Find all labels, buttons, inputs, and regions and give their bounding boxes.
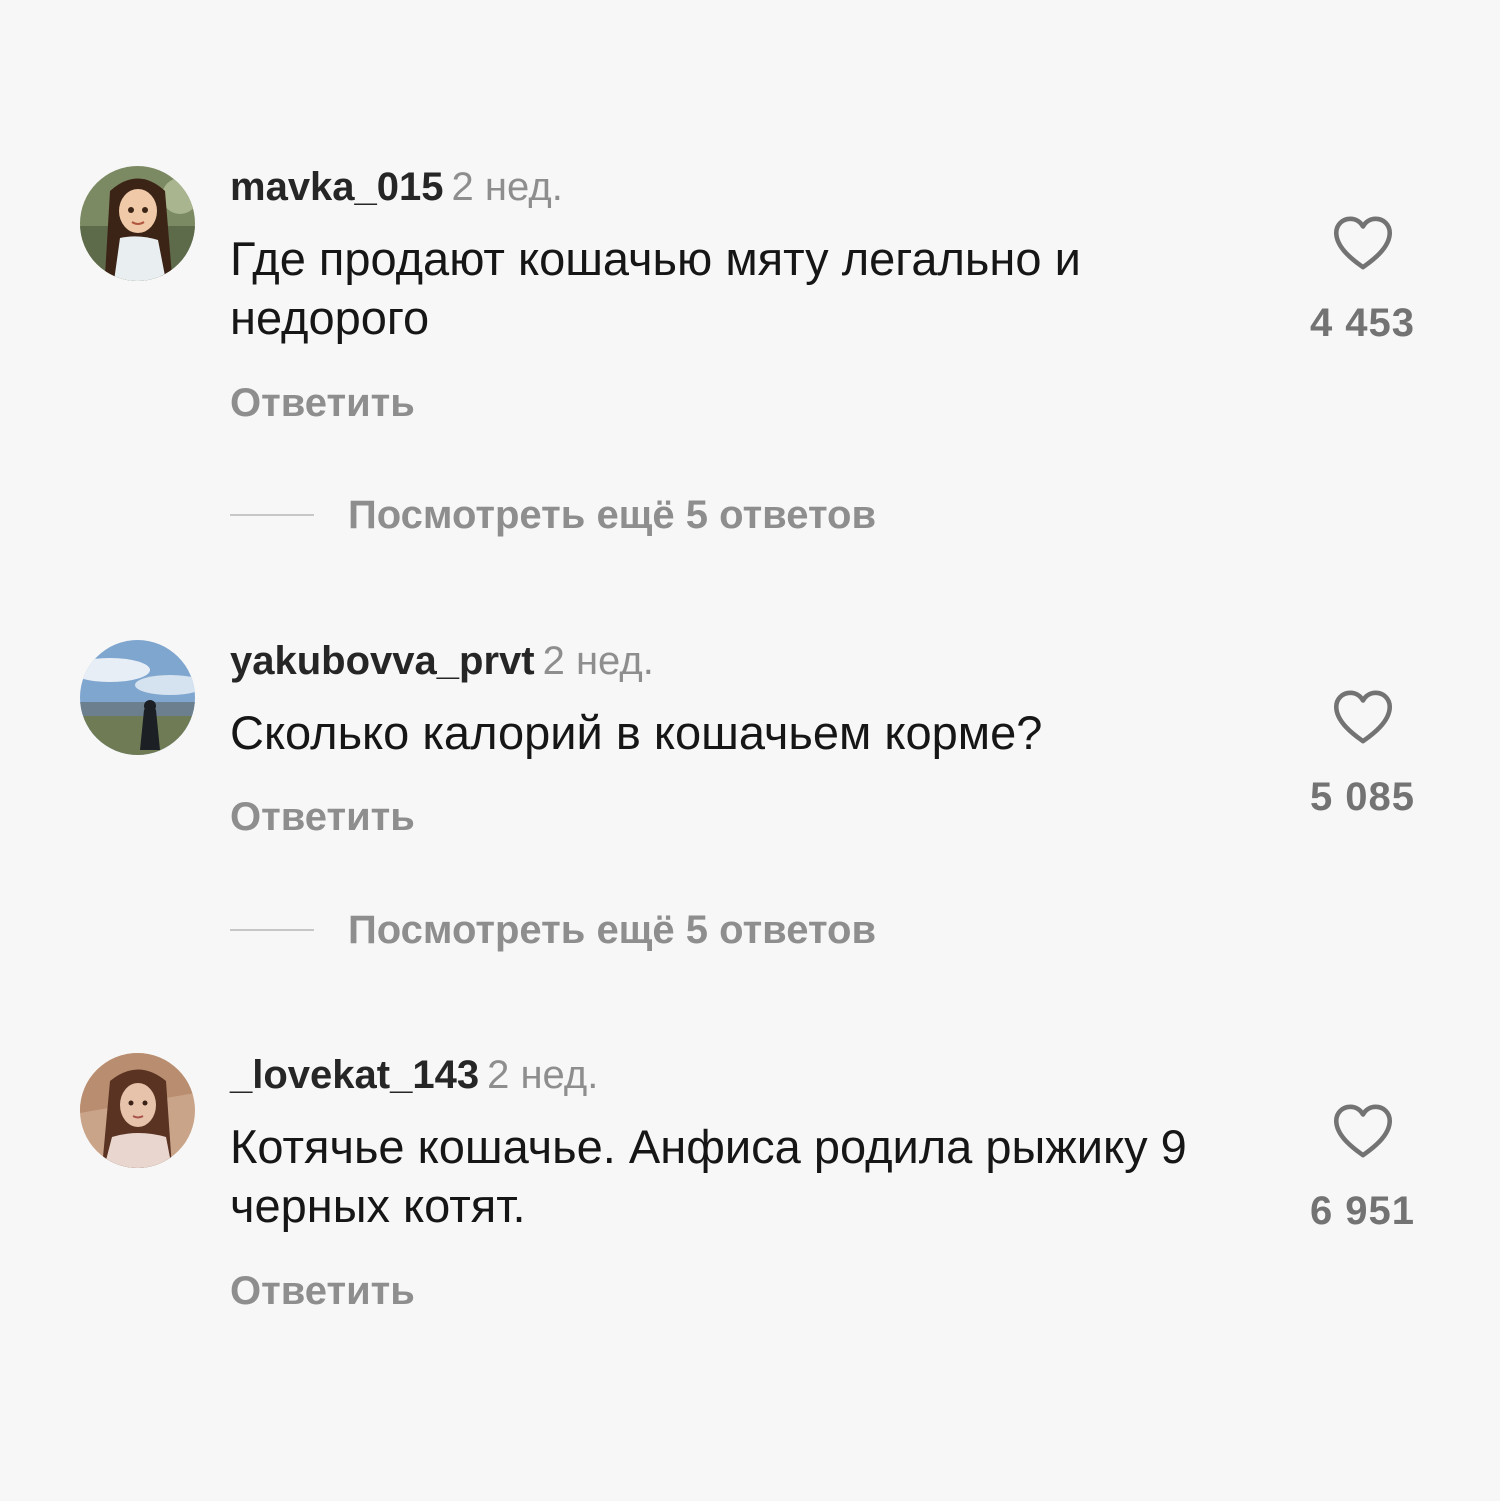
like-count: 4 453 [1309,301,1416,345]
comment-header: _lovekat_143 2 нед. [230,1051,598,1099]
comment-time: 2 нед. [487,1053,599,1097]
avatar[interactable] [80,166,195,281]
view-more-replies-label[interactable]: Посмотреть ещё 5 ответов [348,491,876,539]
avatar-image-icon [80,640,195,755]
username[interactable]: _lovekat_143 [230,1053,479,1097]
avatar[interactable] [80,640,195,755]
heart-icon[interactable] [1332,689,1394,745]
comment-header: mavka_015 2 нед. [230,163,563,211]
like-count: 5 085 [1309,775,1416,819]
like-count: 6 951 [1309,1189,1416,1233]
like-group: 6 951 [1300,1103,1425,1235]
reply-button[interactable]: Ответить [230,793,415,841]
username[interactable]: yakubovva_prvt [230,639,535,683]
replies-divider [230,929,314,931]
heart-icon[interactable] [1332,215,1394,271]
like-group: 5 085 [1300,689,1425,821]
comment-time: 2 нед. [451,165,563,209]
username[interactable]: mavka_015 [230,165,444,209]
heart-icon[interactable] [1332,1103,1394,1159]
reply-button[interactable]: Ответить [230,1267,415,1315]
comment-time: 2 нед. [542,639,654,683]
avatar[interactable] [80,1053,195,1168]
comment-header: yakubovva_prvt 2 нед. [230,637,654,685]
comment-text: Сколько калорий в кошачьем корме? [230,706,1043,759]
reply-button[interactable]: Ответить [230,379,415,427]
like-group: 4 453 [1300,215,1425,347]
comment-text: Котячье кошачье. Анфиса родила рыжику 9 … [230,1120,1187,1232]
avatar-image-icon [80,1053,195,1168]
comment-text: Где продают кошачью мяту легально и недо… [230,232,1081,344]
replies-divider [230,514,314,516]
avatar-image-icon [80,166,195,281]
view-more-replies-label[interactable]: Посмотреть ещё 5 ответов [348,906,876,954]
